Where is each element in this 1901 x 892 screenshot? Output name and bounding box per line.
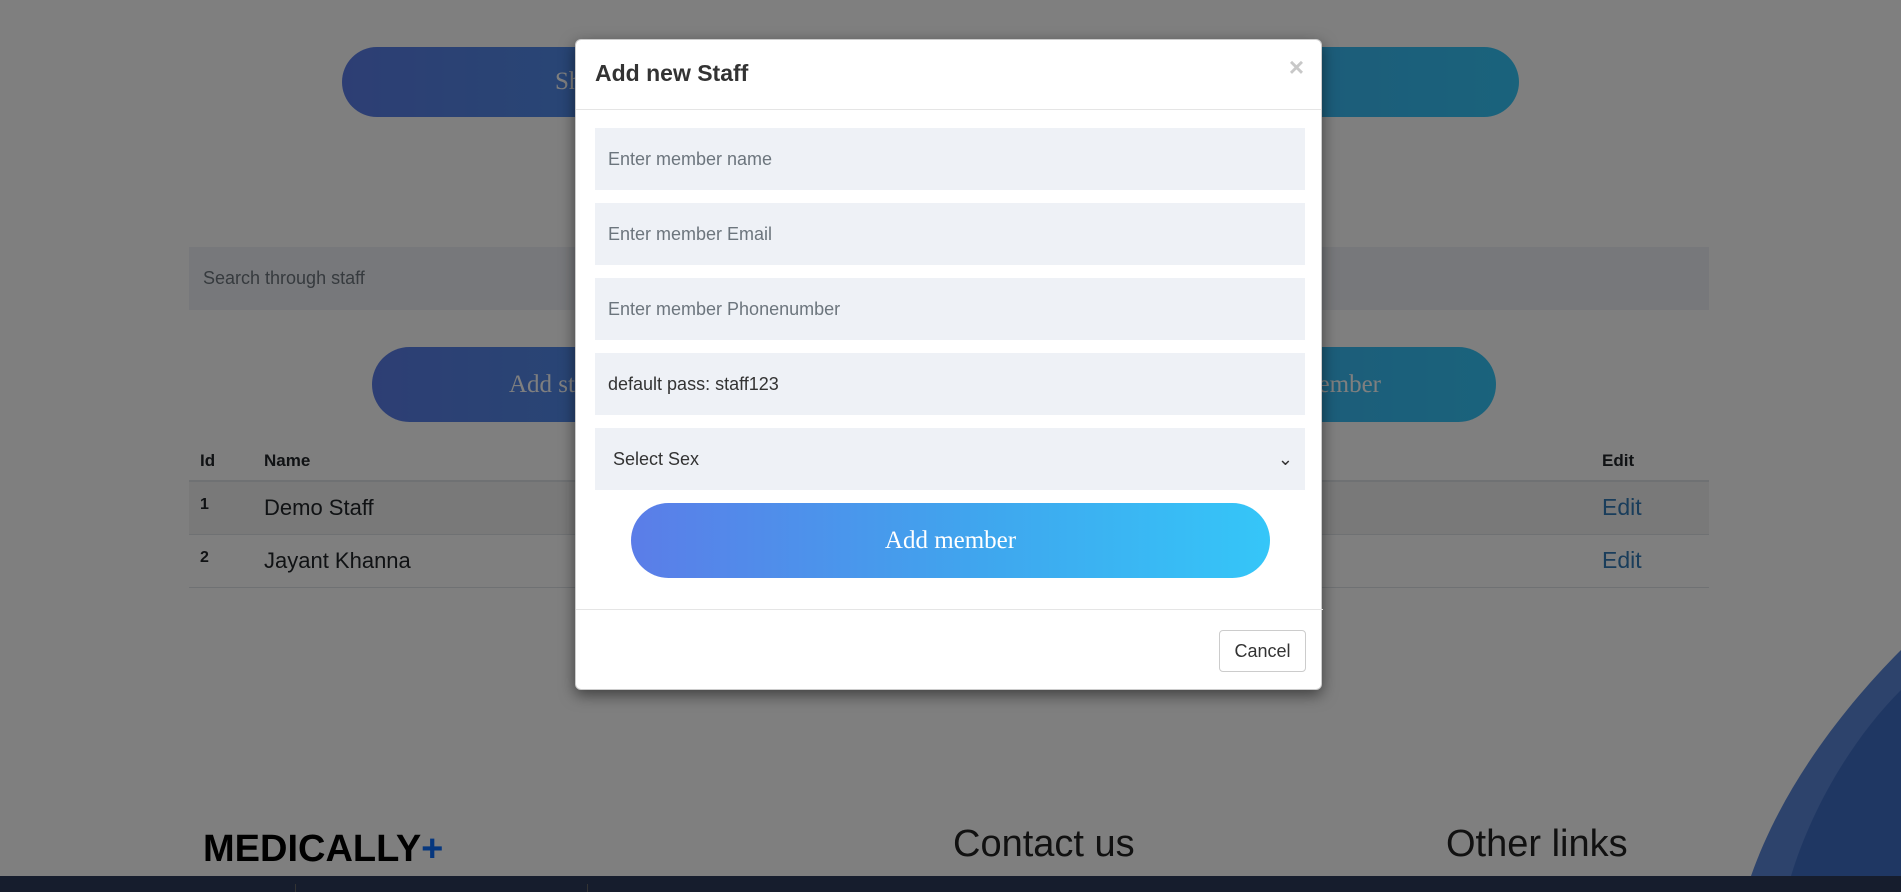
member-phone-input[interactable] xyxy=(595,278,1305,340)
modal-title: Add new Staff xyxy=(595,60,749,86)
close-icon[interactable]: × xyxy=(1289,52,1304,83)
member-email-input[interactable] xyxy=(595,203,1305,265)
member-name-input[interactable] xyxy=(595,128,1305,190)
cancel-button[interactable]: Cancel xyxy=(1219,630,1306,672)
add-member-button[interactable]: Add member xyxy=(631,503,1270,578)
sex-select[interactable]: Select Sex ⌄ xyxy=(595,428,1305,490)
member-password-input[interactable] xyxy=(595,353,1305,415)
chevron-down-icon: ⌄ xyxy=(1277,448,1293,469)
sex-select-value: Select Sex xyxy=(613,448,700,469)
modal-header: Add new Staff × xyxy=(576,40,1321,110)
add-staff-modal: Add new Staff × Select Sex ⌄ Add member … xyxy=(575,39,1323,691)
modal-footer: Cancel xyxy=(576,609,1323,691)
